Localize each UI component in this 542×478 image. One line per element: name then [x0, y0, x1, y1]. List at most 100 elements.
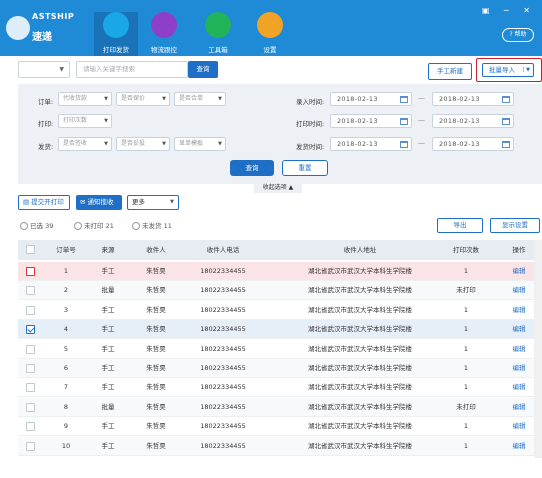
- table-row[interactable]: 1 手工 朱哲昊 18022334455 湖北省武汉市武汉大学本科生学院楼 1 编辑: [18, 262, 542, 281]
- row-checkbox[interactable]: [26, 442, 35, 451]
- stat-selected[interactable]: 已选 39: [20, 220, 53, 230]
- cell-print-count: 未打印: [456, 286, 476, 294]
- print-icon: ▤: [23, 198, 32, 206]
- nav-settings[interactable]: 设置: [248, 12, 292, 56]
- calendar-icon: [502, 96, 510, 103]
- table-row[interactable]: 4 手工 朱哲昊 18022334455 湖北省武汉市武汉大学本科生学院楼 1 编辑: [18, 320, 542, 339]
- collapse-options-toggle[interactable]: 收起选项 ▲: [254, 182, 302, 193]
- chevron-down-icon: ▼: [104, 118, 108, 124]
- edit-link[interactable]: 编辑: [504, 262, 534, 281]
- display-settings-button[interactable]: 显示设置: [490, 218, 540, 233]
- print-time-end[interactable]: 2018-02-13: [432, 114, 514, 128]
- delivered-select-value: 是否妥投: [121, 140, 146, 147]
- cell-print-count: 1: [463, 345, 469, 353]
- print-count-select[interactable]: 打印次数 ▼: [58, 114, 112, 128]
- entry-time-end[interactable]: 2018-02-13: [432, 92, 514, 106]
- insured-select-value: 是否保价: [121, 95, 146, 102]
- filter-reset-button[interactable]: 重置: [282, 160, 328, 176]
- edit-link[interactable]: 编辑: [504, 359, 534, 378]
- row-checkbox[interactable]: [26, 383, 35, 392]
- edit-link[interactable]: 编辑: [504, 437, 534, 456]
- edit-link[interactable]: 编辑: [504, 398, 534, 417]
- col-recipient: 收件人: [146, 246, 166, 254]
- batch-import-button[interactable]: 批量导入 | ▼: [482, 63, 534, 77]
- cell-print-count: 1: [463, 306, 469, 314]
- signed-select[interactable]: 是否签收 ▼: [58, 137, 112, 151]
- table-row[interactable]: 8 批量 朱哲昊 18022334455 湖北省武汉市武汉大学本科生学院楼 未打印 编辑: [18, 398, 542, 417]
- nav-logistics[interactable]: 物流跟控: [142, 12, 186, 56]
- cell-recipient: 朱哲昊: [146, 364, 166, 372]
- table-row[interactable]: 7 手工 朱哲昊 18022334455 湖北省武汉市武汉大学本科生学院楼 1 编辑: [18, 378, 542, 397]
- help-button[interactable]: ? 帮助: [502, 28, 534, 42]
- template-select[interactable]: 显单模板 ▼: [174, 137, 226, 151]
- more-select[interactable]: 更多 ▼: [127, 195, 179, 210]
- row-checkbox[interactable]: [26, 267, 35, 276]
- cell-source: 手工: [101, 345, 115, 353]
- cell-source: 批量: [101, 403, 115, 411]
- col-actions: 操作: [512, 246, 526, 254]
- delivered-select[interactable]: 是否妥投 ▼: [116, 137, 170, 151]
- entry-time-start[interactable]: 2018-02-13: [330, 92, 412, 106]
- cell-order-no: 5: [63, 345, 69, 353]
- row-checkbox[interactable]: [26, 364, 35, 373]
- ship-time-start-value: 2018-02-13: [337, 140, 378, 148]
- print-time-start[interactable]: 2018-02-13: [330, 114, 412, 128]
- edit-link[interactable]: 编辑: [504, 378, 534, 397]
- select-all-checkbox[interactable]: [26, 245, 35, 254]
- row-checkbox[interactable]: [26, 403, 35, 412]
- table-scrollbar[interactable]: [534, 240, 542, 458]
- cell-print-count: 1: [463, 267, 469, 275]
- nav-print-ship[interactable]: 打印发货: [94, 12, 138, 56]
- edit-link[interactable]: 编辑: [504, 320, 534, 339]
- edit-link[interactable]: 编辑: [504, 281, 534, 300]
- submit-print-button[interactable]: ▤ 提交开打印: [18, 195, 70, 210]
- search-type-select[interactable]: ▼: [18, 61, 70, 78]
- print-count-value: 打印次数: [63, 117, 88, 124]
- row-checkbox[interactable]: [26, 306, 35, 315]
- edit-link[interactable]: 编辑: [504, 417, 534, 436]
- cell-order-no: 8: [63, 403, 69, 411]
- search-bar: ▼ 请输入关键字搜索 查询 手工新建 批量导入 | ▼: [0, 56, 542, 84]
- stat-unshipped[interactable]: 未发货 11: [132, 220, 172, 230]
- edit-link[interactable]: 编辑: [504, 340, 534, 359]
- col-address: 收件人地址: [343, 246, 377, 254]
- cod-select[interactable]: 代收货款 ▼: [58, 92, 112, 106]
- cell-source: 手工: [101, 325, 115, 333]
- table-row[interactable]: 2 批量 朱哲昊 18022334455 湖北省武汉市武汉大学本科生学院楼 未打印 编辑: [18, 281, 542, 300]
- batch-import-label: 批量导入: [489, 66, 515, 74]
- row-checkbox[interactable]: [26, 345, 35, 354]
- merged-select[interactable]: 是否合单 ▼: [174, 92, 226, 106]
- row-checkbox[interactable]: [26, 286, 35, 295]
- cell-recipient: 朱哲昊: [146, 442, 166, 450]
- table-row[interactable]: 10 手工 朱哲昊 18022334455 湖北省武汉市武汉大学本科生学院楼 1 编辑: [18, 437, 542, 456]
- cell-phone: 18022334455: [200, 383, 246, 391]
- filter-query-button[interactable]: 查询: [230, 160, 274, 176]
- chevron-down-icon: ▼: [59, 66, 64, 73]
- range-dash: —: [418, 139, 425, 147]
- logo: ASTSHIP 速递: [6, 8, 76, 48]
- table-row[interactable]: 6 手工 朱哲昊 18022334455 湖北省武汉市武汉大学本科生学院楼 1 编辑: [18, 359, 542, 378]
- row-checkbox[interactable]: [26, 422, 35, 431]
- edit-link[interactable]: 编辑: [504, 301, 534, 320]
- export-button[interactable]: 导出: [437, 218, 483, 233]
- chevron-down-icon: ▼: [162, 96, 166, 102]
- notify-pickup-button[interactable]: ✉ 通知揽收: [76, 195, 122, 210]
- table-row[interactable]: 5 手工 朱哲昊 18022334455 湖北省武汉市武汉大学本科生学院楼 1 编辑: [18, 340, 542, 359]
- nav-label: 工具箱: [208, 46, 228, 54]
- stat-unprinted[interactable]: 未打印 21: [74, 220, 114, 230]
- window-controls[interactable]: ▣ ─ ✕: [482, 6, 536, 15]
- cell-recipient: 朱哲昊: [146, 422, 166, 430]
- manual-new-button[interactable]: 手工新建: [428, 63, 472, 80]
- ship-time-start[interactable]: 2018-02-13: [330, 137, 412, 151]
- nav-toolbox[interactable]: 工具箱: [196, 12, 240, 56]
- search-button[interactable]: 查询: [188, 61, 218, 78]
- search-input[interactable]: 请输入关键字搜索: [76, 61, 188, 78]
- table-row[interactable]: 9 手工 朱哲昊 18022334455 湖北省武汉市武汉大学本科生学院楼 1 编辑: [18, 417, 542, 436]
- logo-icon: [6, 16, 30, 40]
- cell-address: 湖北省武汉市武汉大学本科生学院楼: [308, 345, 412, 353]
- range-dash: —: [418, 94, 425, 102]
- insured-select[interactable]: 是否保价 ▼: [116, 92, 170, 106]
- row-checkbox[interactable]: [26, 325, 35, 334]
- ship-time-end[interactable]: 2018-02-13: [432, 137, 514, 151]
- table-row[interactable]: 3 手工 朱哲昊 18022334455 湖北省武汉市武汉大学本科生学院楼 1 编辑: [18, 301, 542, 320]
